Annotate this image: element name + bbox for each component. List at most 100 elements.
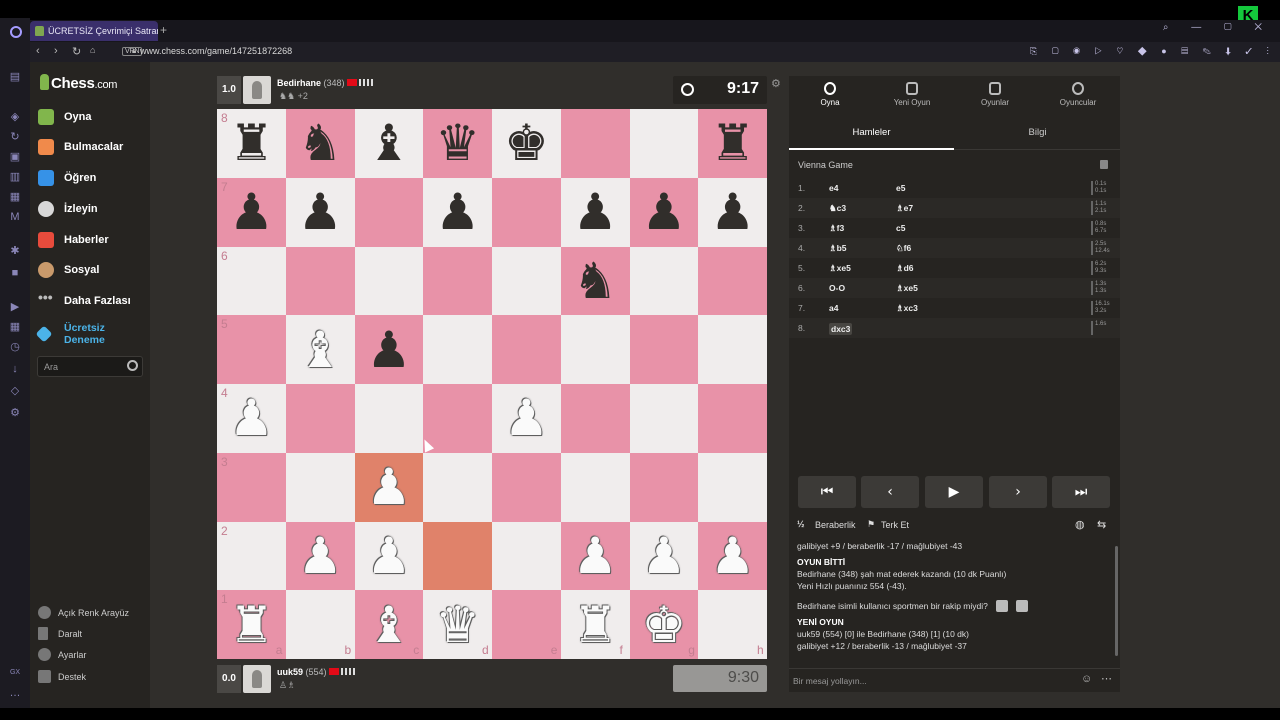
square-c6[interactable] — [354, 246, 424, 316]
square-d6[interactable] — [423, 246, 492, 316]
nav-news[interactable]: Haberler — [38, 230, 148, 250]
extension-icon[interactable]: ■ — [8, 266, 22, 280]
square-g5[interactable] — [629, 315, 699, 384]
tab-new-game[interactable]: Yeni Oyun — [871, 76, 953, 116]
analysis-icon[interactable]: ◍ — [1075, 518, 1085, 531]
settings-link[interactable]: Ayarlar — [38, 648, 86, 662]
settings-icon[interactable]: ✱ — [8, 244, 22, 258]
square-c8[interactable] — [354, 109, 424, 178]
square-f2[interactable] — [560, 521, 630, 591]
square-f3[interactable] — [560, 452, 630, 522]
last-move-button[interactable]: ⏭ — [1052, 476, 1110, 508]
chess-board[interactable]: 8 7 6 5 4 3 2 1 a b c d e f g h ♜ ♞ ♝ ♛ ♚ ♜ ♟ ♟ ♟ ♟ ♟ ♟ ♞ ♝ ♟ ♟ ♟ ♟ ♟ ♟ ♟ ♟ ♟ ♜… — [217, 109, 767, 659]
white-move[interactable]: ♗b5 — [829, 243, 847, 254]
window-controls[interactable]: ⌕ — ▢ ✕ — [1163, 22, 1272, 33]
clock-icon[interactable]: ◷ — [8, 340, 22, 354]
chess-logo[interactable]: Chess.com — [40, 74, 117, 92]
top-player-name-row[interactable]: Bedirhane (348) — [277, 78, 373, 88]
square-c3[interactable] — [354, 452, 424, 522]
square-e8[interactable] — [492, 109, 561, 178]
bottom-player-name[interactable]: uuk59 — [277, 667, 303, 677]
square-f4[interactable] — [560, 384, 630, 453]
black-move[interactable]: ♘f6 — [896, 243, 911, 254]
black-move[interactable]: e5 — [896, 183, 905, 193]
gear-icon[interactable]: ⚙ — [8, 406, 22, 420]
square-d5[interactable] — [423, 315, 492, 384]
history-icon[interactable]: ▣ — [8, 150, 22, 164]
square-e2[interactable] — [492, 521, 561, 591]
white-move[interactable]: ♗xe5 — [829, 263, 851, 274]
url-text[interactable]: www.chess.com/game/147251872268 — [140, 46, 292, 56]
grid-icon[interactable]: ▦ — [8, 320, 22, 334]
forward-icon[interactable]: › — [54, 45, 58, 57]
square-g3[interactable] — [629, 452, 699, 522]
white-move[interactable]: ♗f3 — [829, 223, 844, 234]
box-icon[interactable]: ◇ — [8, 384, 22, 398]
square-h2[interactable] — [698, 521, 767, 591]
square-b2[interactable] — [285, 521, 355, 591]
chat-message-input[interactable] — [793, 674, 1063, 688]
news-icon[interactable]: ▦ — [8, 190, 22, 204]
white-move[interactable]: e4 — [829, 183, 838, 193]
nav-play[interactable]: Oyna — [38, 107, 148, 127]
book-icon[interactable] — [1100, 160, 1108, 169]
first-move-button[interactable]: ⏮ — [798, 476, 856, 508]
thumbs-down-icon[interactable] — [1015, 600, 1028, 612]
square-c7[interactable] — [354, 177, 424, 247]
bottom-player-name-row[interactable]: uuk59 (554) — [277, 667, 355, 677]
collapse-button[interactable]: Daralt — [38, 627, 82, 641]
black-move[interactable]: ♗xc3 — [896, 303, 918, 314]
mail-icon[interactable]: M — [8, 210, 22, 224]
nav-puzzles[interactable]: Bulmacalar — [38, 137, 148, 157]
square-f7[interactable] — [560, 177, 630, 247]
square-b4[interactable] — [285, 384, 355, 453]
browser-tab[interactable]: ÜCRETSİZ Çevrimiçi Satranç — [30, 21, 158, 41]
nav-learn[interactable]: Öğren — [38, 168, 148, 188]
square-f8[interactable] — [560, 109, 630, 178]
square-h6[interactable] — [698, 246, 767, 316]
square-e7[interactable] — [492, 177, 561, 247]
previous-move-button[interactable]: ‹ — [861, 476, 919, 508]
bookmark-icon[interactable]: ▥ — [8, 170, 22, 184]
square-h5[interactable] — [698, 315, 767, 384]
nav-free-trial[interactable]: Ücretsiz Deneme — [35, 322, 148, 348]
square-g4[interactable] — [629, 384, 699, 453]
white-move[interactable]: ♞c3 — [829, 203, 846, 214]
square-h7[interactable] — [698, 177, 767, 247]
black-move[interactable]: ♗e7 — [896, 203, 913, 214]
chat-scrollbar[interactable] — [1115, 546, 1118, 656]
square-h4[interactable] — [698, 384, 767, 453]
back-icon[interactable]: ‹ — [36, 45, 40, 57]
square-e3[interactable] — [492, 452, 561, 522]
player-icon[interactable]: ▶ — [8, 300, 22, 314]
square-b5[interactable] — [285, 315, 355, 384]
search-icon[interactable] — [127, 360, 138, 371]
opera-logo-icon[interactable] — [10, 26, 22, 38]
white-move[interactable]: a4 — [829, 303, 838, 313]
square-f6[interactable] — [560, 246, 630, 316]
play-button[interactable]: ▶ — [925, 476, 983, 508]
draw-button[interactable]: Beraberlik — [815, 520, 856, 530]
black-move[interactable]: ♗d6 — [896, 263, 914, 274]
tab-players[interactable]: Oyuncular — [1037, 76, 1119, 116]
emoji-icon[interactable]: ☺ — [1081, 673, 1092, 685]
messenger-icon[interactable]: ▤ — [8, 70, 22, 84]
search-input[interactable] — [44, 360, 124, 374]
square-h8[interactable] — [698, 109, 767, 178]
opening-name[interactable]: Vienna Game — [798, 160, 853, 170]
thumbs-up-icon[interactable] — [995, 600, 1008, 612]
support-link[interactable]: Destek — [38, 670, 86, 684]
square-g2[interactable] — [629, 521, 699, 591]
square-b7[interactable] — [285, 177, 355, 247]
search-box[interactable] — [37, 356, 143, 377]
square-g6[interactable] — [629, 246, 699, 316]
bottom-player-avatar[interactable] — [243, 665, 271, 693]
top-player-avatar[interactable] — [243, 76, 271, 104]
square-d3[interactable] — [423, 452, 492, 522]
square-d8[interactable] — [423, 109, 492, 178]
refresh-icon[interactable]: ↻ — [8, 130, 22, 144]
tab-moves[interactable]: Hamleler — [789, 122, 954, 150]
resign-button[interactable]: Terk Et — [881, 520, 909, 530]
tab-info[interactable]: Bilgi — [955, 122, 1120, 150]
more-options-icon[interactable]: ⋯ — [1101, 672, 1112, 685]
